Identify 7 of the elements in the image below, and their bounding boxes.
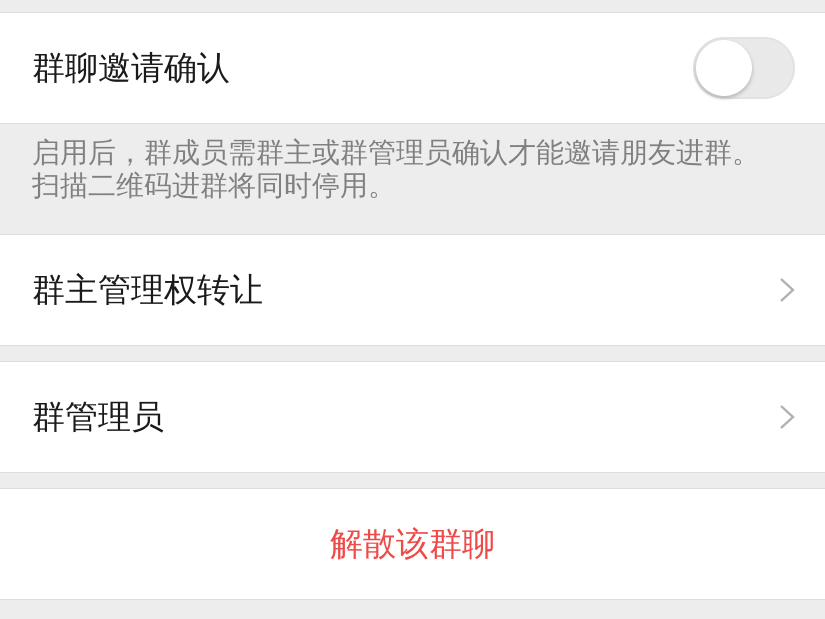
- dissolve-group-button[interactable]: 解散该群聊: [0, 489, 825, 599]
- menu-item[interactable]: 群主管理权转让: [0, 235, 825, 345]
- setting-label: 群聊邀请确认: [32, 46, 231, 88]
- menu-item[interactable]: 群管理员: [0, 362, 825, 472]
- chevron-right-icon: [779, 277, 795, 303]
- chevron-right-icon: [779, 404, 795, 430]
- setting-description: 启用后，群成员需群主或群管理员确认才能邀请朋友进群。扫描二维码进群将同时停用。: [31, 135, 761, 204]
